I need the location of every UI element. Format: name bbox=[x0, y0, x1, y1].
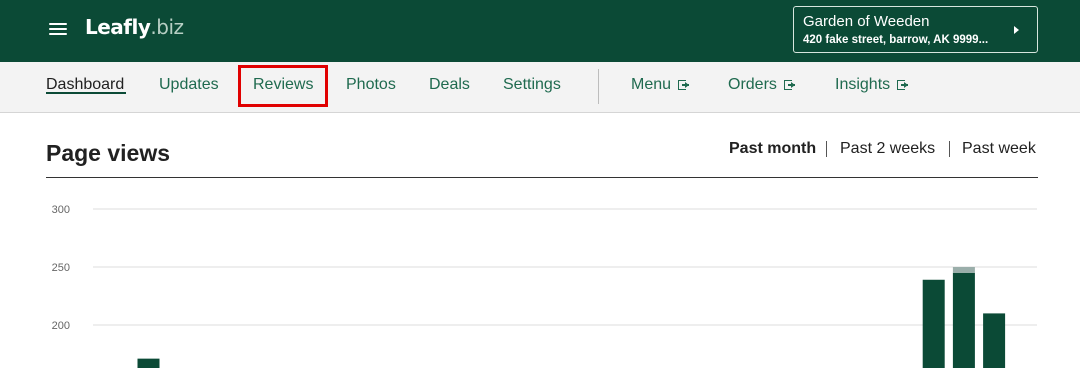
y-tick-label: 300 bbox=[52, 204, 70, 216]
tab-reviews[interactable]: Reviews bbox=[253, 76, 313, 94]
store-name: Garden of Weeden bbox=[803, 13, 930, 30]
tab-deals[interactable]: Deals bbox=[429, 76, 470, 94]
chart-bar[interactable] bbox=[952, 272, 975, 368]
chart-bar[interactable] bbox=[983, 313, 1006, 368]
range-separator bbox=[949, 141, 950, 157]
range-past-month[interactable]: Past month bbox=[729, 140, 816, 158]
page-views-chart-svg: 200 250 300 bbox=[52, 204, 1037, 368]
store-selector-button[interactable]: Garden of Weeden 420 fake street, barrow… bbox=[793, 6, 1038, 53]
nav-divider bbox=[598, 69, 599, 104]
store-address: 420 fake street, barrow, AK 9999... bbox=[803, 34, 989, 46]
chart-bar-segment[interactable] bbox=[952, 267, 975, 273]
range-past-2-weeks[interactable]: Past 2 weeks bbox=[840, 140, 935, 158]
top-bar: Leafly.biz Garden of Weeden 420 fake str… bbox=[0, 0, 1080, 62]
page-title: Page views bbox=[46, 140, 171, 166]
chart-bar[interactable] bbox=[137, 358, 160, 368]
active-tab-indicator bbox=[46, 92, 126, 94]
y-tick-label: 200 bbox=[52, 320, 70, 332]
range-past-week[interactable]: Past week bbox=[962, 140, 1036, 158]
nav-link-insights-label: Insights bbox=[835, 76, 891, 93]
nav-link-menu[interactable]: Menu bbox=[631, 76, 690, 94]
tab-settings[interactable]: Settings bbox=[503, 76, 561, 94]
external-link-icon bbox=[783, 80, 795, 90]
nav-link-orders-label: Orders bbox=[728, 76, 777, 93]
hamburger-menu-icon[interactable] bbox=[49, 22, 67, 36]
page-views-chart: 200 250 300 bbox=[0, 178, 1080, 368]
nav-link-insights[interactable]: Insights bbox=[835, 76, 909, 94]
external-link-icon bbox=[678, 80, 690, 90]
nav-link-orders[interactable]: Orders bbox=[728, 76, 795, 94]
tab-photos[interactable]: Photos bbox=[346, 76, 396, 94]
external-link-icon bbox=[897, 80, 909, 90]
y-tick-label: 250 bbox=[52, 262, 70, 274]
caret-right-icon bbox=[1014, 26, 1019, 34]
nav-link-menu-label: Menu bbox=[631, 76, 672, 93]
leafly-logo[interactable]: Leafly.biz bbox=[85, 15, 184, 39]
range-separator bbox=[826, 141, 827, 157]
chart-bar[interactable] bbox=[922, 279, 945, 368]
tab-updates[interactable]: Updates bbox=[159, 76, 219, 94]
